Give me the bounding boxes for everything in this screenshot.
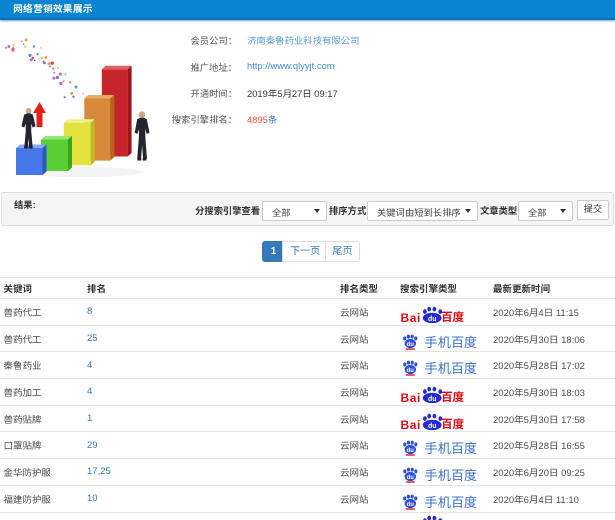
svg-text:百度: 百度 — [441, 309, 464, 323]
svg-text:du: du — [428, 396, 437, 403]
svg-text:Bai: Bai — [401, 418, 421, 430]
svg-text:du: du — [407, 475, 415, 481]
svg-text:du: du — [428, 316, 437, 323]
svg-text:手机百度: 手机百度 — [425, 466, 478, 484]
svg-text:手机百度: 手机百度 — [425, 333, 478, 351]
svg-text:手机百度: 手机百度 — [425, 359, 478, 377]
svg-text:手机百度: 手机百度 — [425, 493, 478, 511]
svg-text:du: du — [428, 423, 437, 430]
svg-text:Bai: Bai — [401, 392, 421, 404]
svg-text:百度: 百度 — [441, 389, 464, 403]
svg-text:du: du — [407, 448, 415, 454]
svg-text:Bai: Bai — [401, 311, 421, 323]
svg-text:du: du — [407, 368, 415, 374]
svg-text:du: du — [407, 502, 415, 508]
svg-text:du: du — [407, 342, 415, 348]
svg-text:百度: 百度 — [441, 416, 464, 430]
svg-text:手机百度: 手机百度 — [425, 439, 478, 457]
